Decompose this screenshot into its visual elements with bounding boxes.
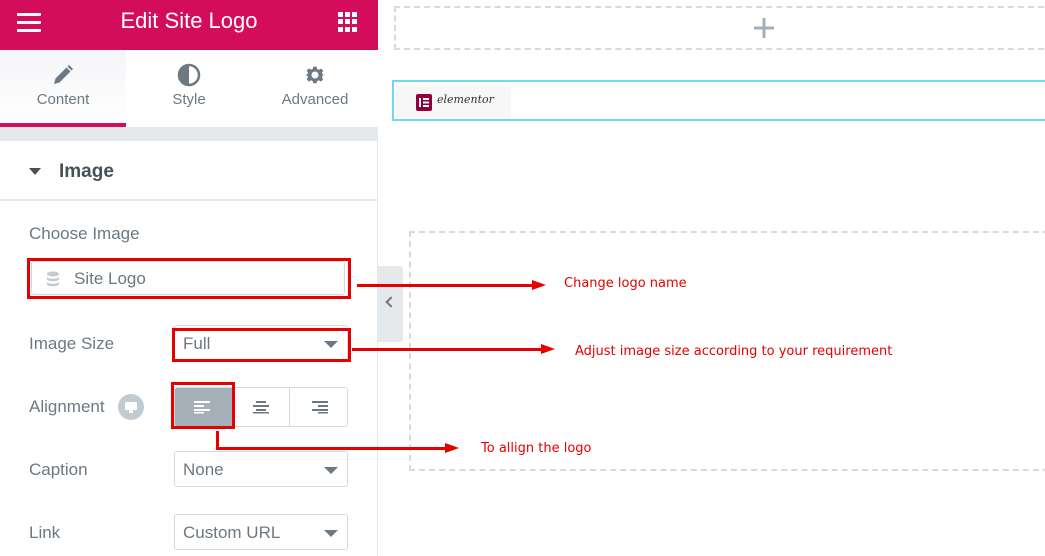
- annotation-adjust-size: Adjust image size according to your requ…: [575, 344, 893, 359]
- panel-tabs: Content Style Advanced: [0, 50, 378, 127]
- caption-select[interactable]: None: [174, 451, 348, 487]
- chevron-left-icon: [385, 296, 397, 308]
- collapse-panel-button[interactable]: [378, 266, 403, 342]
- image-size-select[interactable]: Full: [174, 325, 348, 361]
- caption-label: Caption: [29, 460, 88, 479]
- align-center-icon: [253, 401, 269, 414]
- align-left-icon: [194, 401, 211, 414]
- logo-wordmark: elementor: [437, 93, 494, 106]
- link-value: Custom URL: [183, 523, 281, 542]
- align-right-icon: [311, 401, 328, 414]
- editor-panel: Edit Site Logo Content Style Advanced Im…: [0, 0, 378, 556]
- image-size-value: Full: [183, 334, 211, 353]
- pencil-icon: [54, 65, 73, 84]
- database-icon: [47, 271, 59, 287]
- grid-icon[interactable]: [338, 12, 358, 32]
- section-image-header[interactable]: Image: [0, 141, 378, 201]
- dropdown-arrow-icon: [324, 341, 338, 348]
- site-logo-widget[interactable]: elementor: [392, 80, 1045, 121]
- half-circle-icon: [177, 63, 201, 87]
- align-center-button[interactable]: [232, 388, 291, 426]
- elementor-logo-icon: [416, 94, 432, 111]
- alignment-label: Alignment: [29, 397, 105, 416]
- dropdown-arrow-icon: [324, 530, 338, 537]
- alignment-control: [174, 387, 348, 427]
- dropdown-arrow-icon: [324, 467, 338, 474]
- choose-image-field[interactable]: Site Logo: [31, 261, 345, 295]
- panel-header: Edit Site Logo: [0, 0, 378, 50]
- align-right-button[interactable]: [290, 388, 347, 426]
- section-title: Image: [59, 161, 114, 182]
- link-select[interactable]: Custom URL: [174, 514, 348, 550]
- section-divider: [0, 127, 378, 141]
- tab-advanced-label: Advanced: [281, 91, 349, 108]
- choose-image-label: Choose Image: [29, 224, 140, 243]
- link-label: Link: [29, 523, 61, 542]
- caret-down-icon: [29, 168, 41, 175]
- responsive-desktop-icon[interactable]: [118, 394, 144, 420]
- gear-icon: [305, 66, 325, 84]
- annotation-align-logo: To allign the logo: [481, 441, 592, 456]
- panel-title: Edit Site Logo: [120, 8, 258, 33]
- site-logo-image: elementor: [396, 86, 511, 118]
- tab-style-label: Style: [172, 91, 206, 108]
- caption-value: None: [183, 460, 224, 479]
- tab-advanced[interactable]: Advanced: [252, 50, 378, 127]
- tab-content-label: Content: [36, 91, 90, 108]
- tab-style[interactable]: Style: [126, 50, 252, 127]
- plus-icon[interactable]: [753, 17, 775, 39]
- image-size-label: Image Size: [29, 334, 115, 353]
- align-left-button[interactable]: [175, 388, 233, 426]
- tab-content[interactable]: Content: [0, 50, 126, 127]
- add-section-area[interactable]: [394, 6, 1045, 50]
- annotation-change-logo-name: Change logo name: [564, 276, 687, 291]
- choose-image-value: Site Logo: [74, 269, 146, 288]
